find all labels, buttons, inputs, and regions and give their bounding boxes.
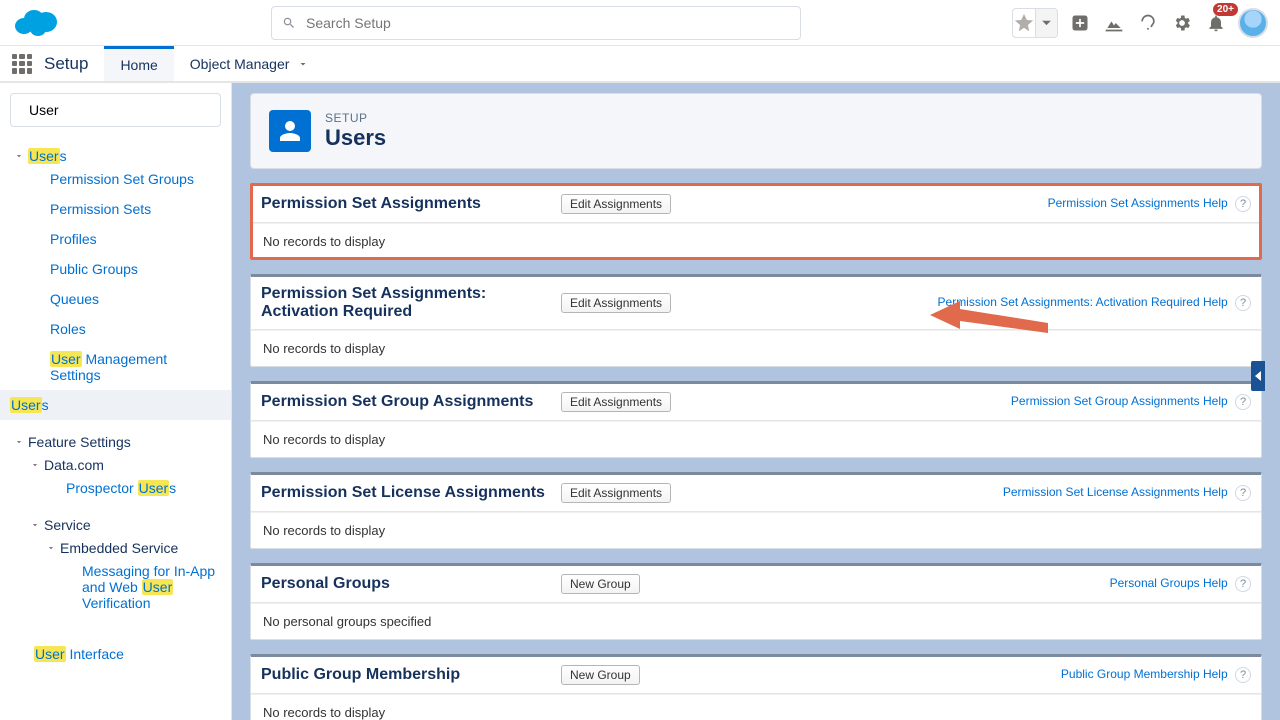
panel-action-button[interactable]: New Group xyxy=(561,574,640,594)
tree-leaf[interactable]: Public Groups xyxy=(10,254,221,284)
panel-title: Permission Set License Assignments xyxy=(261,484,561,502)
main-content: SETUP Users Permission Set AssignmentsEd… xyxy=(232,83,1280,720)
quick-find-input[interactable] xyxy=(21,102,218,118)
help-question-icon[interactable]: ? xyxy=(1235,394,1251,410)
app-launcher-icon[interactable] xyxy=(0,46,44,81)
panel-body: No records to display xyxy=(251,330,1261,366)
notifications-bell-icon[interactable]: 20+ xyxy=(1204,11,1228,35)
panel-title: Permission Set Group Assignments xyxy=(261,393,561,411)
context-app-name: Setup xyxy=(44,46,104,81)
setup-tree-sidebar: UsersPermission Set GroupsPermission Set… xyxy=(0,83,232,720)
global-search[interactable] xyxy=(271,6,801,40)
panel-title: Public Group Membership xyxy=(261,666,561,684)
panel-title: Personal Groups xyxy=(261,575,561,593)
notification-badge: 20+ xyxy=(1213,3,1238,16)
tree-leaf[interactable]: Prospector Users xyxy=(10,473,221,503)
global-header: 20+ xyxy=(0,0,1280,46)
chevron-down-icon xyxy=(14,437,24,447)
chevron-down-icon xyxy=(30,520,40,530)
page-eyebrow: SETUP xyxy=(325,111,386,125)
panel-action-button[interactable]: Edit Assignments xyxy=(561,392,671,412)
tree-leaf[interactable]: Permission Set Groups xyxy=(10,164,221,194)
trailhead-icon[interactable] xyxy=(1102,11,1126,35)
panel-action-button[interactable]: Edit Assignments xyxy=(561,483,671,503)
favorites-combo[interactable] xyxy=(1012,8,1058,38)
help-question-icon[interactable]: ? xyxy=(1235,295,1251,311)
panel-help-link[interactable]: Permission Set License Assignments Help xyxy=(1003,485,1228,499)
panel-action-button[interactable]: Edit Assignments xyxy=(561,194,671,214)
panel-title: Permission Set Assignments xyxy=(261,195,561,213)
panel-body: No records to display xyxy=(251,512,1261,548)
collapse-handle[interactable] xyxy=(1251,361,1265,391)
caret-down-icon xyxy=(1036,12,1057,33)
tree-node[interactable]: Users xyxy=(10,148,221,164)
panel-action-button[interactable]: Edit Assignments xyxy=(561,293,671,313)
tab-home[interactable]: Home xyxy=(104,46,173,81)
related-list-psaar: Permission Set Assignments: Activation R… xyxy=(250,274,1262,367)
panel-body: No records to display xyxy=(251,223,1261,259)
setup-gear-icon[interactable] xyxy=(1170,11,1194,35)
related-list-psga: Permission Set Group AssignmentsEdit Ass… xyxy=(250,381,1262,458)
tree-node[interactable]: Service xyxy=(10,517,221,533)
panel-help-link[interactable]: Permission Set Assignments Help xyxy=(1048,196,1228,210)
tree-node[interactable]: Feature Settings xyxy=(10,434,221,450)
users-icon xyxy=(269,110,311,152)
tree-leaf[interactable]: User Interface xyxy=(10,639,221,669)
panel-body: No records to display xyxy=(251,694,1261,720)
add-icon[interactable] xyxy=(1068,11,1092,35)
panel-help-link[interactable]: Public Group Membership Help xyxy=(1061,667,1228,681)
help-icon[interactable] xyxy=(1136,11,1160,35)
page-title: Users xyxy=(325,125,386,151)
help-question-icon[interactable]: ? xyxy=(1235,576,1251,592)
quick-find[interactable] xyxy=(10,93,221,127)
tree-leaf[interactable]: Users xyxy=(0,390,231,420)
chevron-down-icon xyxy=(297,58,309,70)
global-search-input[interactable] xyxy=(296,15,790,31)
page-header: SETUP Users xyxy=(250,93,1262,169)
related-list-pgm: Public Group MembershipNew Group Public G… xyxy=(250,654,1262,720)
chevron-down-icon xyxy=(14,151,24,161)
tab-object-manager[interactable]: Object Manager xyxy=(174,46,326,81)
tree-leaf[interactable]: Queues xyxy=(10,284,221,314)
panel-body: No personal groups specified xyxy=(251,603,1261,639)
tree-leaf[interactable]: User Management Settings xyxy=(10,344,221,390)
help-question-icon[interactable]: ? xyxy=(1235,667,1251,683)
context-bar: Setup Home Object Manager xyxy=(0,46,1280,83)
panel-help-link[interactable]: Permission Set Assignments: Activation R… xyxy=(938,295,1228,309)
star-icon xyxy=(1013,12,1035,34)
help-question-icon[interactable]: ? xyxy=(1235,485,1251,501)
help-question-icon[interactable]: ? xyxy=(1235,196,1251,212)
panel-body: No records to display xyxy=(251,421,1261,457)
panel-help-link[interactable]: Permission Set Group Assignments Help xyxy=(1011,394,1228,408)
chevron-down-icon xyxy=(46,543,56,553)
tree-leaf[interactable]: Messaging for In-App and Web User Verifi… xyxy=(10,556,221,618)
tree-leaf[interactable]: Permission Sets xyxy=(10,194,221,224)
related-list-pg: Personal GroupsNew Group Personal Groups … xyxy=(250,563,1262,640)
panel-help-link[interactable]: Personal Groups Help xyxy=(1110,576,1228,590)
panel-title: Permission Set Assignments: Activation R… xyxy=(261,285,561,321)
related-list-psa: Permission Set AssignmentsEdit Assignmen… xyxy=(250,183,1262,260)
user-avatar[interactable] xyxy=(1238,8,1268,38)
chevron-down-icon xyxy=(30,460,40,470)
setup-tree: UsersPermission Set GroupsPermission Set… xyxy=(10,141,221,669)
salesforce-logo[interactable] xyxy=(12,7,60,39)
tree-leaf[interactable]: Roles xyxy=(10,314,221,344)
panel-action-button[interactable]: New Group xyxy=(561,665,640,685)
tree-node[interactable]: Embedded Service xyxy=(10,540,221,556)
tree-node[interactable]: Data.com xyxy=(10,457,221,473)
related-list-psla: Permission Set License AssignmentsEdit A… xyxy=(250,472,1262,549)
tree-leaf[interactable]: Profiles xyxy=(10,224,221,254)
search-icon xyxy=(282,16,296,30)
